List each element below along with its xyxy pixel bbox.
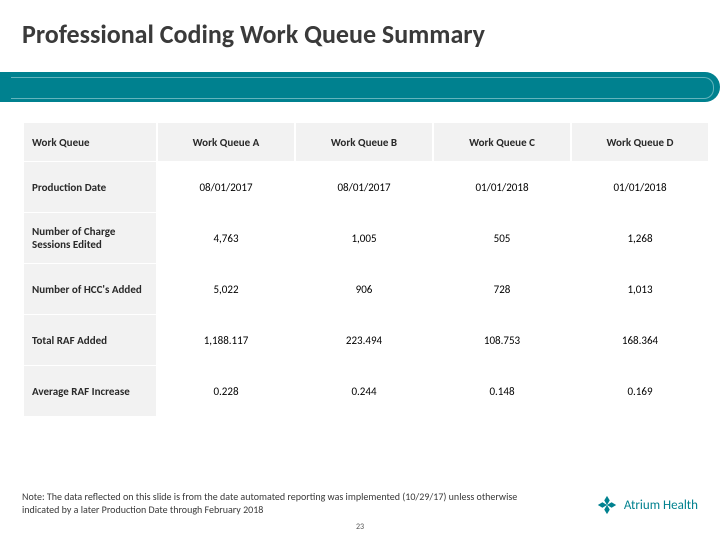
header-accent-bar bbox=[0, 72, 720, 102]
table-row: Average RAF Increase 0.228 0.244 0.148 0… bbox=[24, 366, 708, 416]
cell: 728 bbox=[434, 264, 570, 314]
cell: 08/01/2017 bbox=[158, 162, 294, 212]
col-header: Work Queue B bbox=[296, 123, 432, 161]
cell: 906 bbox=[296, 264, 432, 314]
col-header: Work Queue D bbox=[572, 123, 708, 161]
row-label: Number of Charge Sessions Edited bbox=[24, 213, 156, 263]
brand-name: Atrium Health bbox=[624, 498, 698, 513]
col-header: Work Queue A bbox=[158, 123, 294, 161]
summary-table: Work Queue Work Queue A Work Queue B Wor… bbox=[22, 122, 710, 417]
table-header-row: Work Queue Work Queue A Work Queue B Wor… bbox=[24, 123, 708, 161]
col-header: Work Queue C bbox=[434, 123, 570, 161]
cell: 1,268 bbox=[572, 213, 708, 263]
table-row: Number of HCC's Added 5,022 906 728 1,01… bbox=[24, 264, 708, 314]
footnote: Note: The data reflected on this slide i… bbox=[22, 491, 522, 516]
row-label: Number of HCC's Added bbox=[24, 264, 156, 314]
cell: 505 bbox=[434, 213, 570, 263]
cell: 1,013 bbox=[572, 264, 708, 314]
cell: 1,005 bbox=[296, 213, 432, 263]
table-row: Total RAF Added 1,188.117 223.494 108.75… bbox=[24, 315, 708, 365]
cell: 0.228 bbox=[158, 366, 294, 416]
brand-logo: Atrium Health bbox=[596, 494, 698, 516]
table-row: Production Date 08/01/2017 08/01/2017 01… bbox=[24, 162, 708, 212]
cell: 223.494 bbox=[296, 315, 432, 365]
cell: 08/01/2017 bbox=[296, 162, 432, 212]
cell: 01/01/2018 bbox=[434, 162, 570, 212]
cell: 168.364 bbox=[572, 315, 708, 365]
cell: 4,763 bbox=[158, 213, 294, 263]
cell: 01/01/2018 bbox=[572, 162, 708, 212]
row-label: Total RAF Added bbox=[24, 315, 156, 365]
cell: 0.244 bbox=[296, 366, 432, 416]
table-row: Number of Charge Sessions Edited 4,763 1… bbox=[24, 213, 708, 263]
page-number: 23 bbox=[0, 522, 720, 532]
cell: 0.169 bbox=[572, 366, 708, 416]
cell: 108.753 bbox=[434, 315, 570, 365]
page-title: Professional Coding Work Queue Summary bbox=[22, 18, 698, 50]
row-label: Average RAF Increase bbox=[24, 366, 156, 416]
row-label: Production Date bbox=[24, 162, 156, 212]
atrium-logo-icon bbox=[596, 494, 618, 516]
cell: 5,022 bbox=[158, 264, 294, 314]
cell: 0.148 bbox=[434, 366, 570, 416]
cell: 1,188.117 bbox=[158, 315, 294, 365]
corner-header: Work Queue bbox=[24, 123, 156, 161]
